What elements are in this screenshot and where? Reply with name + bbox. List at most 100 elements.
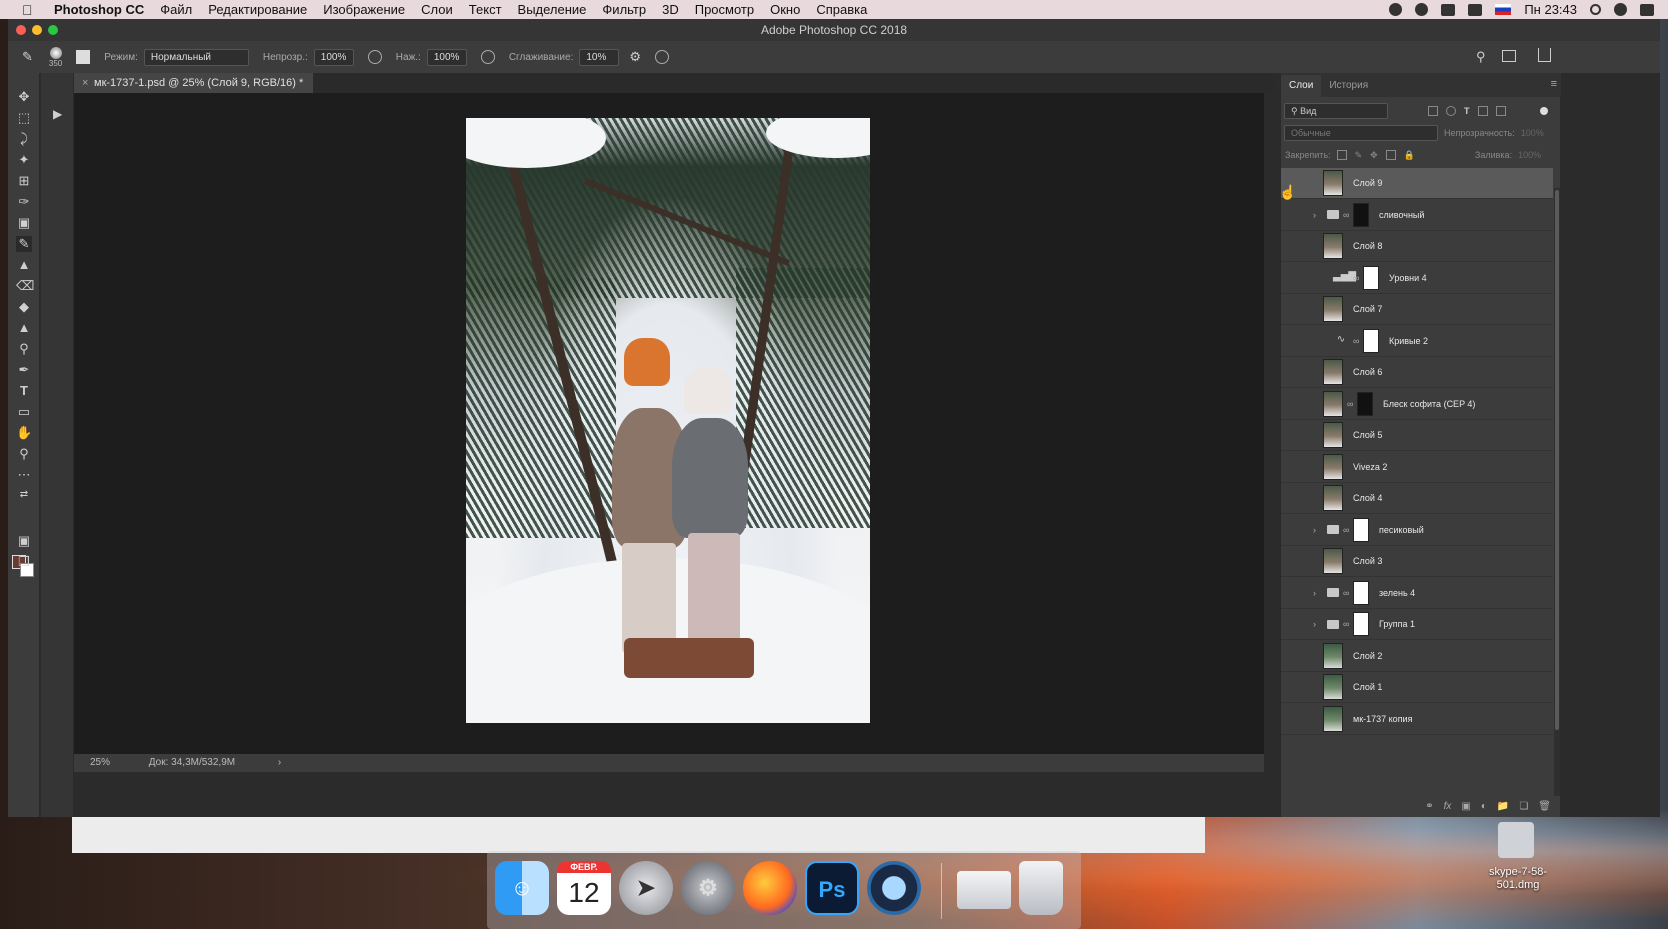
layer-row[interactable]: Слой 6 — [1281, 357, 1553, 388]
trash-icon[interactable] — [1019, 861, 1063, 915]
link-layers-icon[interactable]: ⚭ — [1425, 801, 1433, 812]
menubar-app-name[interactable]: Photoshop CC — [54, 2, 144, 17]
quicktime-icon[interactable] — [867, 861, 921, 915]
layer-mask-thumbnail[interactable] — [1363, 328, 1379, 353]
lock-transparent-icon[interactable] — [1336, 150, 1347, 160]
levels-adjustment-icon[interactable]: ▃▅▇ — [1333, 271, 1356, 285]
notification-center-icon[interactable] — [1640, 3, 1654, 16]
layer-thumbnail[interactable] — [1323, 674, 1343, 700]
layer-name[interactable]: Слой 9 — [1353, 178, 1382, 188]
layer-mask-thumbnail[interactable] — [1353, 202, 1369, 227]
eraser-tool-icon[interactable]: ⌫ — [16, 278, 34, 294]
layer-name[interactable]: Слой 1 — [1353, 682, 1382, 692]
layer-visibility-icon[interactable] — [1289, 430, 1303, 440]
mask-link-icon[interactable]: ∞ — [1343, 525, 1349, 535]
brush-preset-picker[interactable]: 350 — [49, 46, 62, 68]
layer-visibility-icon[interactable] — [1289, 210, 1303, 220]
actions-panel-icon[interactable]: ▶ — [53, 107, 62, 121]
flow-select[interactable]: 100% — [426, 48, 467, 66]
filter-shape-icon[interactable] — [1477, 106, 1488, 116]
layer-visibility-icon[interactable] — [1289, 241, 1303, 251]
mask-link-icon[interactable]: ∞ — [1343, 619, 1349, 629]
lock-artboard-icon[interactable] — [1385, 150, 1396, 160]
layer-mask-thumbnail[interactable] — [1353, 612, 1369, 636]
mask-link-icon[interactable]: ∞ — [1343, 210, 1349, 220]
layer-row[interactable]: Слой 9 — [1281, 168, 1553, 199]
layer-mask-thumbnail[interactable] — [1353, 517, 1369, 542]
minimize-window-icon[interactable] — [32, 25, 42, 35]
calendar-icon[interactable]: ФЕВР. 12 — [557, 861, 611, 915]
menu-type[interactable]: Текст — [469, 2, 502, 17]
filter-adjustment-icon[interactable] — [1446, 106, 1456, 116]
menu-3d[interactable]: 3D — [662, 2, 679, 17]
layer-visibility-icon[interactable] — [1289, 682, 1303, 692]
zoom-tool-icon[interactable]: ⚲ — [16, 446, 32, 462]
layer-row[interactable]: › ∞ зелень 4 — [1281, 578, 1553, 609]
zoom-level[interactable]: 25% — [90, 757, 110, 768]
layer-thumbnail[interactable] — [1323, 422, 1343, 448]
layer-thumbnail[interactable] — [1323, 233, 1343, 259]
eyedropper-tool-icon[interactable]: ✑ — [16, 194, 32, 210]
screen-mode-icon[interactable]: ❐ — [16, 554, 32, 570]
layer-row[interactable]: Слой 3 — [1281, 546, 1553, 577]
layer-mask-thumbnail[interactable] — [1357, 391, 1373, 416]
layers-scrollbar-thumb[interactable] — [1555, 190, 1559, 730]
clone-stamp-tool-icon[interactable]: ▲ — [16, 257, 32, 273]
layer-row[interactable]: › ∞ песиковый — [1281, 515, 1553, 546]
swap-colors-icon[interactable]: ⇄ — [16, 487, 32, 503]
document-info[interactable]: Док: 34,3M/532,9M — [149, 757, 235, 768]
crop-tool-icon[interactable]: ⊞ — [16, 173, 32, 189]
layer-thumbnail[interactable] — [1323, 359, 1343, 385]
layer-row[interactable]: Viveza 2 — [1281, 452, 1553, 483]
layer-row[interactable]: Слой 4 — [1281, 483, 1553, 514]
layer-name[interactable]: Слой 2 — [1353, 651, 1382, 661]
mode-select[interactable]: Нормальный — [143, 48, 249, 66]
tab-layers[interactable]: Слои — [1281, 75, 1322, 97]
airplay-icon[interactable] — [1468, 3, 1483, 16]
layer-visibility-icon[interactable] — [1289, 619, 1303, 629]
more-tools-icon[interactable]: ⋯ — [16, 467, 32, 483]
filter-smart-object-icon[interactable] — [1495, 106, 1506, 116]
new-layer-icon[interactable]: ❏ — [1519, 801, 1528, 812]
smoothing-select[interactable]: 10% — [579, 48, 620, 66]
menu-view[interactable]: Просмотр — [695, 2, 754, 17]
layer-name[interactable]: Группа 1 — [1379, 619, 1415, 629]
lasso-tool-icon[interactable]: ⤸ — [16, 131, 32, 147]
layer-row[interactable]: › ∞ Группа 1 — [1281, 609, 1553, 640]
firefox-icon[interactable] — [743, 861, 797, 915]
blur-tool-icon[interactable]: ▲ — [16, 320, 32, 336]
layer-row[interactable]: Слой 5 — [1281, 420, 1553, 451]
menu-help[interactable]: Справка — [816, 2, 867, 17]
pressure-size-icon[interactable] — [655, 50, 670, 64]
share-icon[interactable] — [1538, 48, 1551, 62]
layer-visibility-icon[interactable] — [1289, 556, 1303, 566]
layer-thumbnail[interactable] — [1323, 642, 1343, 669]
downloads-stack-icon[interactable] — [957, 871, 1011, 909]
layer-fill-value[interactable]: 100% — [1518, 150, 1541, 160]
layer-name[interactable]: Уровни 4 — [1389, 273, 1427, 283]
layer-visibility-icon[interactable] — [1289, 588, 1303, 598]
finder-icon[interactable]: ☺ — [495, 861, 549, 915]
layer-visibility-icon[interactable] — [1289, 399, 1303, 409]
record-icon[interactable] — [1389, 3, 1403, 16]
group-expand-chevron-icon[interactable]: › — [1313, 619, 1323, 629]
layer-visibility-icon[interactable] — [1289, 336, 1303, 346]
tab-history[interactable]: История — [1321, 75, 1376, 97]
layer-visibility-icon[interactable] — [1289, 493, 1303, 503]
layer-thumbnail[interactable] — [1323, 390, 1343, 417]
layer-row[interactable]: Слой 2 — [1281, 641, 1553, 672]
airbrush-icon[interactable] — [480, 50, 495, 64]
lock-all-icon[interactable]: 🔒 — [1404, 150, 1415, 161]
blend-mode-select[interactable]: Обычные — [1284, 125, 1438, 141]
brush-tool-preset-icon[interactable]: ✎ — [22, 49, 33, 65]
apple-icon[interactable]:  — [22, 2, 44, 18]
menu-image[interactable]: Изображение — [323, 2, 405, 17]
desktop-file-icon[interactable] — [1498, 822, 1534, 858]
photoshop-dock-icon[interactable]: Ps — [805, 861, 859, 915]
layer-thumbnail[interactable] — [1323, 296, 1343, 322]
layer-mask-thumbnail[interactable] — [1353, 580, 1369, 605]
workspace-switcher-icon[interactable] — [1502, 50, 1516, 62]
layer-visibility-icon[interactable] — [1289, 304, 1303, 314]
opacity-select[interactable]: 100% — [313, 48, 354, 66]
layer-visibility-icon[interactable] — [1289, 525, 1303, 535]
